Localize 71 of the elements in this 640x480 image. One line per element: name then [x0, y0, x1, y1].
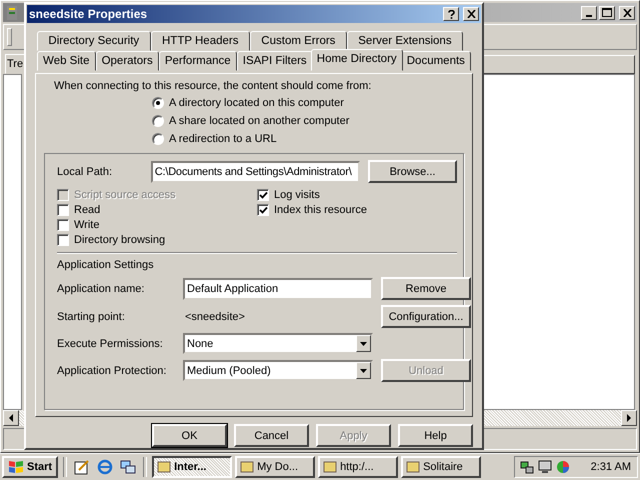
starting-point-value: <sneedsite> [184, 310, 246, 322]
checkbox-label[interactable]: Read [74, 204, 100, 216]
color-wheel-icon[interactable] [554, 459, 571, 475]
tab[interactable]: Web Site [37, 51, 96, 71]
checkbox[interactable] [57, 204, 69, 216]
tab[interactable]: Directory Security [37, 31, 151, 51]
checkbox[interactable] [257, 189, 269, 201]
tab[interactable]: Operators [96, 51, 159, 71]
taskbar-button[interactable]: Inter... [152, 456, 232, 478]
radio-label[interactable]: A redirection to a URL [169, 133, 277, 145]
start-button[interactable]: Start [2, 456, 58, 478]
maximize-button[interactable] [599, 6, 615, 20]
intro-text: When connecting to this resource, the content should come from: [54, 80, 372, 92]
window-icon [323, 460, 338, 474]
section-heading: Application Settings [57, 259, 155, 271]
checkbox[interactable] [257, 204, 269, 216]
dropdown-arrow-icon [360, 368, 367, 372]
dropdown[interactable]: None [183, 333, 373, 354]
dropdown-arrow-icon [360, 342, 367, 346]
computer-icon[interactable] [536, 459, 553, 475]
close-button[interactable] [463, 7, 479, 21]
dialog-button[interactable]: OK [152, 424, 227, 447]
checkbox-label[interactable]: Write [74, 219, 100, 231]
window-icon [240, 460, 254, 474]
close-icon [466, 10, 476, 18]
dropdown[interactable]: Medium (Pooled) [183, 360, 373, 381]
column-header[interactable] [483, 55, 635, 74]
checkbox-label[interactable]: Directory browsing [74, 234, 166, 246]
minimize-icon [586, 14, 592, 16]
help-icon [448, 10, 454, 18]
checkbox[interactable] [57, 219, 69, 231]
window-icon [157, 460, 172, 474]
checkbox-label[interactable]: Index this resource [274, 204, 367, 216]
help-button[interactable] [443, 7, 459, 21]
local-path-field[interactable]: C:\Documents and Settings\Administrator\ [150, 160, 360, 182]
action-button[interactable]: Configuration... [381, 305, 471, 328]
taskbar-button[interactable]: http:/... [318, 456, 398, 478]
tab[interactable]: Performance [158, 51, 237, 71]
radio-button[interactable] [152, 97, 164, 109]
taskbar-button[interactable]: My Do... [235, 456, 316, 478]
left-arrow-icon [8, 414, 14, 422]
field-label: Starting point: [57, 310, 126, 322]
radio-label[interactable]: A directory located on this computer [169, 97, 344, 109]
field-label: Application Protection: [57, 364, 168, 376]
field-label: Application name: [57, 282, 146, 294]
window-icon [406, 460, 420, 474]
tab[interactable]: Documents [400, 51, 471, 71]
maximize-icon [602, 8, 612, 17]
close-icon [622, 8, 632, 16]
radio-label[interactable]: A share located on another computer [169, 115, 350, 127]
minimize-button[interactable] [581, 6, 597, 20]
clock: 2:31 AM [590, 461, 631, 473]
tab[interactable]: Home Directory [310, 49, 403, 71]
dialog-button[interactable]: Cancel [234, 424, 309, 447]
radio-button[interactable] [152, 133, 164, 145]
tab[interactable]: HTTP Headers [150, 31, 250, 51]
application-name-field[interactable]: Default Application [183, 278, 373, 300]
radio-button[interactable] [152, 115, 164, 127]
dialog-title: sneedsite Properties [29, 7, 148, 21]
close-button[interactable] [619, 6, 635, 20]
right-arrow-icon [626, 414, 632, 422]
taskbar-button[interactable]: Solitaire [401, 456, 482, 478]
field-label: Execute Permissions: [57, 338, 164, 350]
browse-button[interactable]: Browse... [368, 160, 457, 183]
field-label: Local Path: [57, 166, 114, 178]
browser-icon[interactable] [97, 459, 114, 475]
checkbox[interactable] [57, 234, 69, 246]
checkbox-label[interactable]: Log visits [274, 189, 320, 201]
windows-flag-icon [8, 460, 24, 474]
dialog-button[interactable]: Help [398, 424, 473, 447]
action-button[interactable]: Remove [381, 277, 471, 300]
